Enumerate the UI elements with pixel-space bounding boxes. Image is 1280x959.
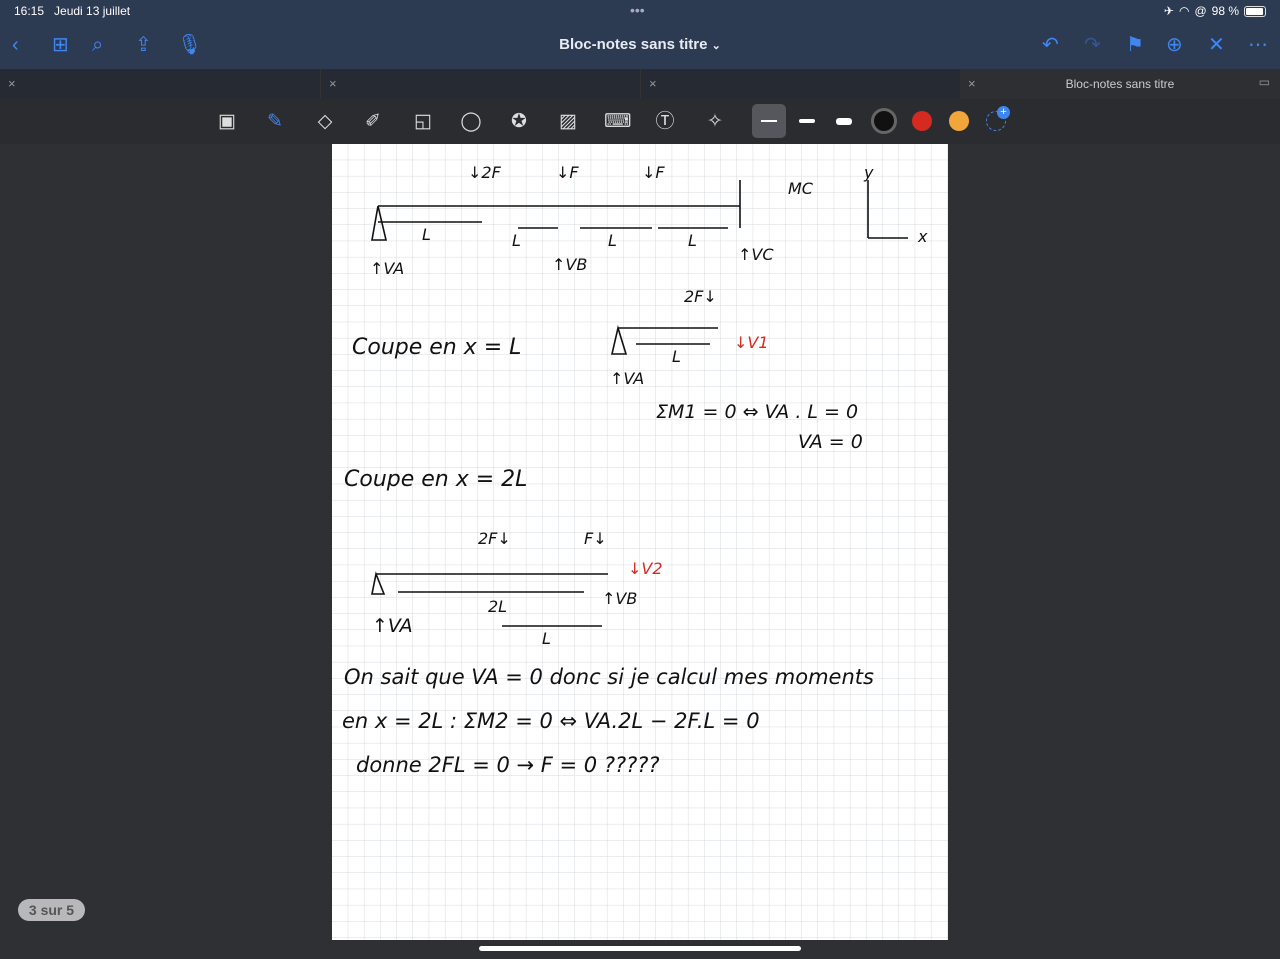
note-f2: ↓2F (468, 163, 502, 182)
note-c1: Coupe en x = L (352, 335, 521, 360)
laser-pointer-icon[interactable]: ✧ (702, 109, 728, 135)
date: Jeudi 13 juillet (54, 4, 131, 18)
highlighter-icon[interactable]: ✐ (360, 109, 386, 135)
redo-icon[interactable]: ↷ (1084, 34, 1101, 56)
note-c2vb: ↑VB (602, 589, 637, 608)
status-bar: 16:15 Jeudi 13 juillet ••• ✈ ◠ @ 98 % (0, 0, 1280, 22)
navigation-bar: ‹ ⊞ ⌕ ⇪ 🎙 Bloc-notes sans titre ⌄ ↶ ↷ ⚑ … (0, 22, 1280, 69)
close-tab-icon[interactable]: × (329, 76, 337, 91)
note-m1: ΣM1 = 0 ⇔ VA . L = 0 (656, 401, 858, 423)
note-line2: en x = 2L : ΣM2 = 0 ⇔ VA.2L − 2F.L = 0 (342, 709, 760, 733)
toolbar: ▣ ✎ ◇ ✐ ◱ ◯ ✪ ▨ ⌨ Ⓣ ✧ + (0, 99, 1280, 144)
airplane-icon: ✈ (1163, 4, 1174, 18)
color-orange-button[interactable] (949, 111, 969, 131)
note-l2: L (512, 231, 521, 250)
note-va0: VA = 0 (798, 431, 863, 453)
note-vc: ↑VC (738, 245, 774, 264)
note-c2va: ↑VA (372, 615, 413, 637)
multitask-icon[interactable]: ••• (630, 2, 645, 18)
note-va: ↑VA (370, 259, 404, 278)
grid (332, 144, 948, 940)
lasso-icon[interactable]: ◯ (458, 109, 484, 135)
bookmark-icon[interactable]: ⚑ (1126, 34, 1144, 56)
note-l1: L (422, 225, 431, 244)
note-v1: ↓V1 (734, 333, 769, 352)
tab-bar: × × × × Bloc-notes sans titre ▭ (0, 69, 1280, 99)
stroke-thick-button[interactable] (836, 118, 852, 125)
zoom-window-icon[interactable]: ▣ (214, 109, 240, 135)
note-line1: On sait que VA = 0 donc si je calcul mes… (344, 665, 874, 689)
note-c2: Coupe en x = 2L (344, 467, 527, 492)
pen-icon[interactable]: ✎ (262, 109, 288, 135)
notebook-page[interactable]: ↓2F ↓F ↓F MC y x L L L L ↑VA ↑VB ↑VC 2F↓… (332, 144, 948, 940)
close-tab-icon[interactable]: × (8, 76, 16, 91)
note-line3: donne 2FL = 0 → F = 0 ????? (356, 753, 660, 777)
tab-3[interactable]: × (640, 69, 960, 99)
tab-2[interactable]: × (320, 69, 640, 99)
wifi-icon: ◠ (1178, 4, 1190, 18)
stroke-medium-button[interactable] (799, 119, 815, 123)
color-red-button[interactable] (912, 111, 932, 131)
page-indicator[interactable]: 3 sur 5 (18, 899, 85, 921)
add-page-icon[interactable]: ⊕ (1166, 34, 1183, 56)
home-indicator[interactable] (479, 946, 801, 951)
color-black-button[interactable] (871, 108, 897, 134)
note-v2: ↓V2 (628, 559, 663, 578)
note-c2f2: F↓ (584, 529, 607, 548)
image-icon[interactable]: ▨ (555, 109, 581, 135)
note-l4: L (688, 231, 697, 250)
note-c2l2: 2L (488, 597, 507, 616)
note-c2f1: 2F↓ (478, 529, 511, 548)
close-tab-icon[interactable]: × (649, 76, 657, 91)
note-c1va: ↑VA (610, 369, 644, 388)
note-l3: L (608, 231, 617, 250)
split-view-icon[interactable]: ▭ (1259, 75, 1270, 89)
eraser-icon[interactable]: ◇ (312, 109, 338, 135)
note-f1: ↓F (556, 163, 579, 182)
keyboard-icon[interactable]: ⌨ (604, 109, 631, 135)
lock-rotation-icon: @ (1194, 4, 1207, 18)
note-c1f: 2F↓ (684, 287, 717, 306)
tab-4[interactable]: × Bloc-notes sans titre ▭ (960, 69, 1280, 99)
undo-icon[interactable]: ↶ (1042, 34, 1059, 56)
shapes-icon[interactable]: ◱ (410, 109, 436, 135)
note-x: x (917, 227, 928, 246)
note-c1l: L (672, 347, 681, 366)
tab-1[interactable]: × (0, 69, 320, 99)
text-icon[interactable]: Ⓣ (652, 109, 678, 135)
battery-text: 98 % (1211, 4, 1239, 18)
stroke-thin-button[interactable] (752, 104, 786, 138)
battery-icon (1244, 5, 1266, 17)
close-icon[interactable]: ✕ (1208, 34, 1225, 56)
add-color-button[interactable]: + (986, 106, 1010, 131)
chevron-down-icon: ⌄ (711, 40, 721, 52)
note-c2l: L (542, 629, 551, 648)
note-f3: ↓F (642, 163, 665, 182)
sticker-icon[interactable]: ✪ (506, 109, 532, 135)
note-y: y (863, 163, 874, 182)
note-vb: ↑VB (552, 255, 587, 274)
time: 16:15 (14, 4, 45, 18)
note-mc: MC (788, 179, 814, 198)
more-icon[interactable]: ⋯ (1248, 34, 1268, 56)
